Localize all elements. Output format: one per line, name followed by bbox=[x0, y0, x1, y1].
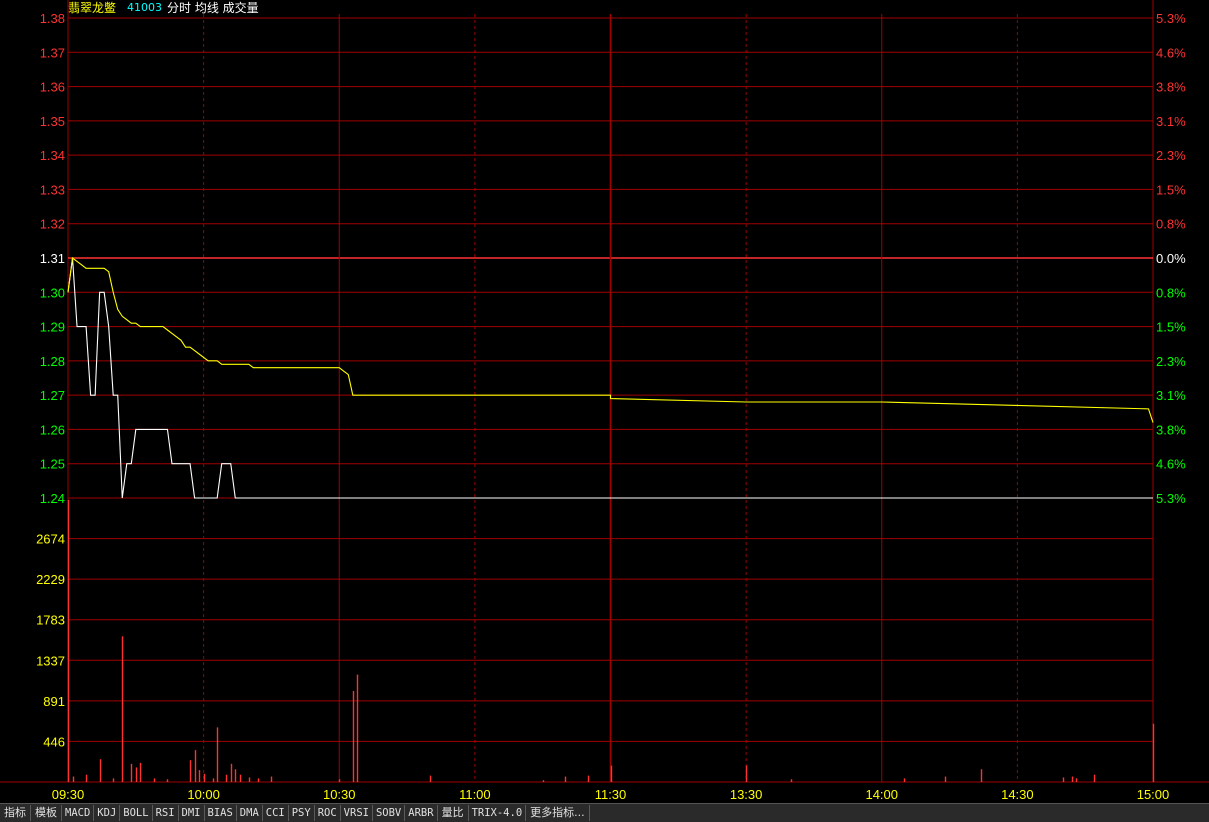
percent-tick-label: 3.8% bbox=[1156, 422, 1186, 437]
volume-tick-label: 2229 bbox=[36, 572, 65, 587]
percent-tick-label: 5.3% bbox=[1156, 491, 1186, 506]
time-tick-label: 11:30 bbox=[595, 787, 627, 802]
time-tick-label: 13:30 bbox=[730, 787, 763, 802]
volume-tick-label: 2674 bbox=[36, 532, 65, 547]
time-tick-label: 09:30 bbox=[52, 787, 85, 802]
time-tick-label: 14:30 bbox=[1001, 787, 1034, 802]
percent-tick-label: 0.8% bbox=[1156, 285, 1186, 300]
volume-tick-label: 1337 bbox=[36, 653, 65, 668]
price-tick-label: 1.25 bbox=[40, 457, 65, 472]
percent-tick-label: 4.6% bbox=[1156, 45, 1186, 60]
price-tick-label: 1.32 bbox=[40, 217, 65, 232]
price-tick-label: 1.38 bbox=[40, 11, 65, 26]
tab-item-0[interactable]: 指标 bbox=[0, 805, 31, 821]
price-tick-label: 1.35 bbox=[40, 114, 65, 129]
price-tick-label: 1.24 bbox=[40, 491, 65, 506]
percent-tick-label: 3.8% bbox=[1156, 80, 1186, 95]
stock-name: 翡翠龙鳖 bbox=[68, 1, 117, 15]
percent-tick-label: 0.0% bbox=[1156, 251, 1186, 266]
volume-tick-label: 1783 bbox=[36, 613, 65, 628]
tab-psy[interactable]: PSY bbox=[289, 805, 315, 821]
price-tick-label: 1.30 bbox=[40, 285, 65, 300]
percent-tick-label: 1.5% bbox=[1156, 320, 1186, 335]
tab-bias[interactable]: BIAS bbox=[205, 805, 237, 821]
tab-boll[interactable]: BOLL bbox=[120, 805, 153, 821]
percent-tick-label: 5.3% bbox=[1156, 11, 1186, 26]
price-tick-label: 1.28 bbox=[40, 354, 65, 369]
indicator-legend: 分时 均线 成交量 bbox=[167, 1, 259, 15]
price-tick-label: 1.31 bbox=[40, 251, 65, 266]
tab-trix40[interactable]: TRIX-4.0 bbox=[469, 805, 527, 821]
tab-dmi[interactable]: DMI bbox=[179, 805, 205, 821]
stock-code: 41003 bbox=[127, 1, 162, 14]
percent-tick-label: 2.3% bbox=[1156, 354, 1186, 369]
price-tick-label: 1.37 bbox=[40, 45, 65, 60]
percent-tick-label: 3.1% bbox=[1156, 388, 1186, 403]
time-tick-label: 15:00 bbox=[1137, 787, 1170, 802]
percent-tick-label: 2.3% bbox=[1156, 148, 1186, 163]
price-tick-label: 1.27 bbox=[40, 388, 65, 403]
percent-tick-label: 1.5% bbox=[1156, 182, 1186, 197]
percent-tick-label: 3.1% bbox=[1156, 114, 1186, 129]
time-tick-label: 11:00 bbox=[459, 787, 491, 802]
tab-item-1[interactable]: 模板 bbox=[31, 805, 62, 821]
tab-item-15[interactable]: 量比 bbox=[438, 805, 469, 821]
price-tick-label: 1.36 bbox=[40, 80, 65, 95]
tab-macd[interactable]: MACD bbox=[62, 805, 95, 821]
tab-rsi[interactable]: RSI bbox=[153, 805, 179, 821]
time-tick-label: 10:00 bbox=[187, 787, 220, 802]
tab-cci[interactable]: CCI bbox=[263, 805, 289, 821]
time-tick-label: 10:30 bbox=[323, 787, 356, 802]
time-tick-label: 14:00 bbox=[865, 787, 898, 802]
tab-sobv[interactable]: SOBV bbox=[373, 805, 406, 821]
volume-tick-label: 446 bbox=[43, 734, 65, 749]
price-tick-label: 1.34 bbox=[40, 148, 65, 163]
price-tick-label: 1.33 bbox=[40, 182, 65, 197]
percent-tick-label: 4.6% bbox=[1156, 457, 1186, 472]
tab-kdj[interactable]: KDJ bbox=[94, 805, 121, 821]
tab-roc[interactable]: ROC bbox=[315, 805, 341, 821]
tab-arbr[interactable]: ARBR bbox=[405, 805, 438, 821]
price-tick-label: 1.26 bbox=[40, 422, 65, 437]
intraday-chart[interactable]: 1.38 5.3% 1.37 4.6% 1.36 3.8% 1.35 3.1% 1.34 2.3%… bbox=[0, 0, 1209, 803]
tab-vrsi[interactable]: VRSI bbox=[341, 805, 373, 821]
percent-tick-label: 0.8% bbox=[1156, 217, 1186, 232]
price-tick-label: 1.29 bbox=[40, 320, 65, 335]
volume-tick-label: 891 bbox=[43, 694, 65, 709]
tab-item-17[interactable]: 更多指标... bbox=[526, 805, 590, 821]
tab-dma[interactable]: DMA bbox=[237, 805, 263, 821]
indicator-tab-bar: 指标 模板 MACD KDJ BOLL RSI DMI BIAS DMA CCI PSY ROC VRS… bbox=[0, 803, 1209, 822]
